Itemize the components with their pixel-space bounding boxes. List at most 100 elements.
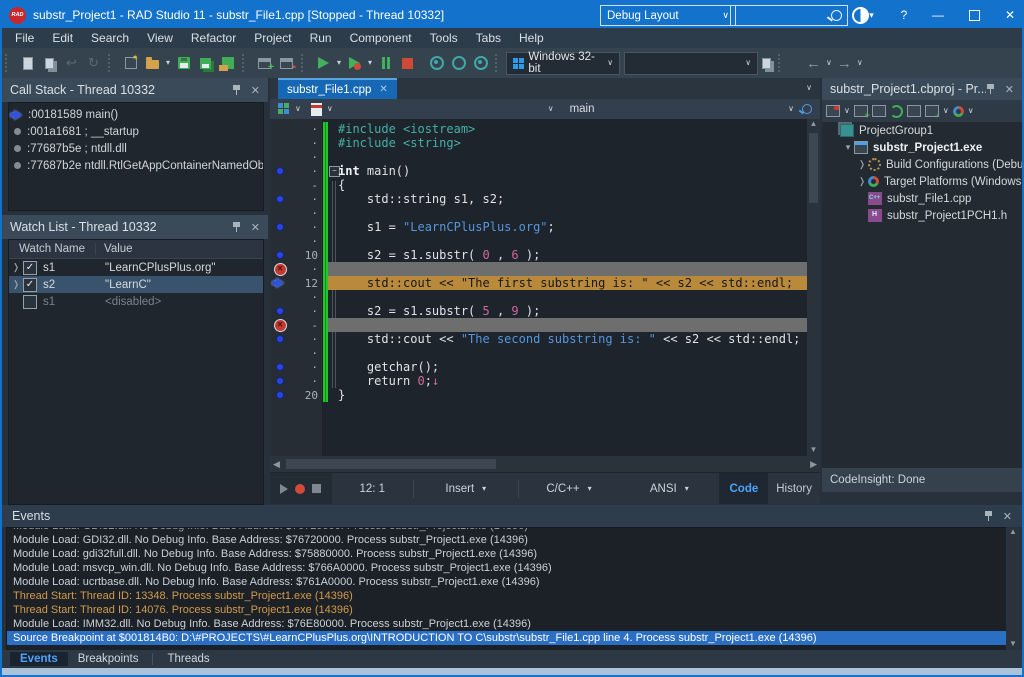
tree-expand-icon[interactable]: ❭ xyxy=(856,159,868,170)
new-items-icon[interactable] xyxy=(19,55,36,72)
tree-item-projectgroup1[interactable]: ProjectGroup1 xyxy=(822,122,1022,139)
project-options-icon[interactable] xyxy=(826,105,840,117)
pin-icon[interactable] xyxy=(232,84,241,96)
macro-record-icon[interactable] xyxy=(295,484,305,494)
editor-vscrollbar[interactable]: ▲▼ xyxy=(807,119,820,456)
stop-button[interactable] xyxy=(399,55,416,72)
code-line[interactable]: · std::cout << "The second substring is:… xyxy=(270,332,807,346)
tree-item-substr-project1pch1-h[interactable]: substr_Project1PCH1.h xyxy=(822,207,1022,224)
watch-checkbox[interactable]: ✓ xyxy=(23,261,37,275)
tab-breakpoints[interactable]: Breakpoints xyxy=(68,652,149,666)
menu-file[interactable]: File xyxy=(6,29,43,47)
menu-component[interactable]: Component xyxy=(341,29,421,47)
close-icon[interactable]: ✕ xyxy=(251,221,260,234)
chevron-down-icon[interactable]: ∨ xyxy=(327,105,333,113)
events-scrollbar[interactable]: ▲▼ xyxy=(1006,527,1020,650)
event-line[interactable]: Module Load: GDI32.dll. No Debug Info. B… xyxy=(7,533,1007,547)
menu-view[interactable]: View xyxy=(138,29,182,47)
callstack-item[interactable]: :77687b2e ntdll.RtlGetAppContainerNamedO… xyxy=(9,157,263,174)
trace-into-icon[interactable] xyxy=(428,55,445,72)
pin-icon[interactable] xyxy=(232,221,241,233)
callstack-item[interactable]: :00181589 main() xyxy=(9,106,263,123)
language-selector[interactable]: C/C++▾ xyxy=(519,483,619,495)
view-source-icon[interactable] xyxy=(907,105,921,117)
menu-help[interactable]: Help xyxy=(510,29,553,47)
pause-button[interactable] xyxy=(377,55,394,72)
help-button[interactable]: ? xyxy=(892,2,916,28)
code-line[interactable]: · return 0;↓ xyxy=(270,374,807,388)
add-unit-icon[interactable] xyxy=(854,105,868,117)
tree-item-build-configurations-debug-[interactable]: ❭Build Configurations (Debug) xyxy=(822,156,1022,173)
event-line[interactable]: Thread Start: Thread ID: 13348. Process … xyxy=(7,589,1007,603)
code-line[interactable]: 12 std::cout << "The first substring is:… xyxy=(270,276,807,290)
remove-unit-icon[interactable] xyxy=(872,105,886,117)
insert-mode-selector[interactable]: Insert▾ xyxy=(414,483,518,495)
step-over-icon[interactable] xyxy=(450,55,467,72)
navigate-back-icon[interactable]: ← xyxy=(806,56,821,71)
expand-caret-icon[interactable]: ❭ xyxy=(9,262,23,273)
tree-item-substr-project1-exe[interactable]: ▾substr_Project1.exe xyxy=(822,139,1022,156)
event-line[interactable]: Thread Start: Thread ID: 14076. Process … xyxy=(7,603,1007,617)
close-icon[interactable]: ✕ xyxy=(1005,83,1014,96)
event-line[interactable]: Module Load: msvcp_win.dll. No Debug Inf… xyxy=(7,561,1007,575)
copy-icon[interactable] xyxy=(41,55,58,72)
tab-events[interactable]: Events xyxy=(10,652,68,666)
code-line[interactable]: ·#include <iostream> xyxy=(270,122,807,136)
remove-file-icon[interactable] xyxy=(278,55,295,72)
add-file-icon[interactable] xyxy=(256,55,273,72)
editor-hscrollbar[interactable]: ◀▶ xyxy=(270,456,820,472)
column-watch-name[interactable]: Watch Name xyxy=(9,243,95,255)
sync-icon[interactable]: ↻ xyxy=(85,55,102,72)
tree-expand-icon[interactable]: ▾ xyxy=(842,142,854,153)
menu-search[interactable]: Search xyxy=(82,29,138,47)
event-line-selected[interactable]: Source Breakpoint at $001814B0: D:\#PROJ… xyxy=(7,631,1007,645)
callstack-item[interactable]: :001a1681 ; __startup xyxy=(9,123,263,140)
run-button[interactable] xyxy=(315,55,332,72)
tab-list-dropdown-icon[interactable]: ∨ xyxy=(806,84,812,92)
expand-caret-icon[interactable]: ❭ xyxy=(9,279,23,290)
tree-item-target-platforms-windows-32-bit-[interactable]: ❭Target Platforms (Windows 32-bit) xyxy=(822,173,1022,190)
close-button[interactable]: ✕ xyxy=(998,2,1022,28)
desktop-layout-combo[interactable]: Debug Layout∨ xyxy=(600,5,736,26)
menu-run[interactable]: Run xyxy=(301,29,341,47)
menu-tools[interactable]: Tools xyxy=(421,29,467,47)
save-all-icon[interactable] xyxy=(197,55,214,72)
events-log[interactable]: Module Load: GDI32.dll. No Debug Info. B… xyxy=(6,527,1008,652)
code-line[interactable]: · xyxy=(270,150,807,164)
menu-project[interactable]: Project xyxy=(245,29,300,47)
pin-icon[interactable] xyxy=(984,510,993,522)
code-line[interactable]: · xyxy=(270,206,807,220)
refresh-icon[interactable] xyxy=(890,105,903,118)
tab-code[interactable]: Code xyxy=(719,473,768,504)
code-line[interactable]: · getchar(); xyxy=(270,360,807,374)
maximize-button[interactable] xyxy=(962,2,986,28)
run-without-debugging-button[interactable] xyxy=(346,55,363,72)
code-editor[interactable]: ·#include <iostream>·#include <string>··… xyxy=(270,119,820,456)
invalid-breakpoint-icon[interactable]: ✕ xyxy=(270,263,290,276)
new-project-icon[interactable] xyxy=(122,55,139,72)
editor-tab-substr-file1[interactable]: substr_File1.cpp ✕ xyxy=(278,78,397,99)
chevron-down-icon[interactable]: ∨ xyxy=(295,105,301,113)
chevron-down-icon[interactable]: ∨ xyxy=(548,105,554,113)
theme-selector-button[interactable]: ▾ xyxy=(850,2,876,28)
invalid-breakpoint-icon[interactable]: ✕ xyxy=(270,319,290,332)
code-line[interactable]: ✕- xyxy=(270,318,807,332)
code-line[interactable]: 20} xyxy=(270,388,807,402)
menu-refactor[interactable]: Refactor xyxy=(182,29,245,47)
watch-row[interactable]: ❭✓s2"LearnC" xyxy=(9,276,263,293)
run-nodebug-dropdown-icon[interactable]: ▾ xyxy=(368,59,372,67)
code-line[interactable]: · xyxy=(270,346,807,360)
minimize-button[interactable]: — xyxy=(926,2,950,28)
column-value[interactable]: Value xyxy=(95,243,133,255)
open-project-icon[interactable] xyxy=(144,55,161,72)
macro-stop-icon[interactable] xyxy=(312,484,321,493)
tab-history[interactable]: History xyxy=(768,483,820,495)
code-line[interactable]: · s2 = s1.substr( 5 , 9 ); xyxy=(270,304,807,318)
options-icon[interactable] xyxy=(758,55,775,72)
back-dropdown-icon[interactable]: ∨ xyxy=(826,59,832,67)
event-line[interactable]: Module Load: gdi32full.dll. No Debug Inf… xyxy=(7,547,1007,561)
menu-tabs[interactable]: Tabs xyxy=(467,29,510,47)
tab-close-icon[interactable]: ✕ xyxy=(379,84,387,95)
close-icon[interactable]: ✕ xyxy=(251,84,260,97)
code-line[interactable]: · xyxy=(270,290,807,304)
